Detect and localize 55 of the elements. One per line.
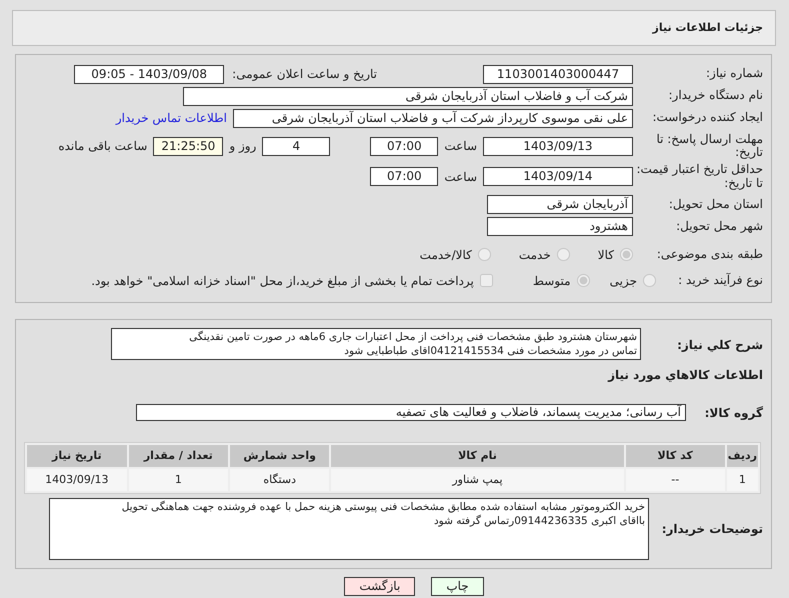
radio-label: جزیی bbox=[610, 272, 637, 290]
time-field[interactable]: 07:00 bbox=[370, 136, 438, 156]
table-cell: -- bbox=[626, 468, 725, 491]
date-field[interactable]: 1403/09/13 bbox=[483, 136, 633, 156]
radio-label: متوسط bbox=[532, 272, 571, 290]
page-title: جزئیات اطلاعات نیاز bbox=[652, 20, 763, 36]
date-field[interactable]: 1403/09/14 bbox=[483, 167, 633, 186]
field-label: شماره نیاز: bbox=[705, 67, 764, 81]
city-field[interactable]: هشترود bbox=[487, 217, 633, 236]
field-label: طبقه بندی موضوعی: bbox=[656, 248, 764, 262]
time-field[interactable]: 07:00 bbox=[370, 167, 438, 186]
buyer-field[interactable]: شرکت آب و فاضلاب استان آذربایجان شرقی bbox=[183, 86, 633, 106]
announce-date-field[interactable]: 1403/09/08 - 09:05 bbox=[74, 64, 224, 84]
column-header: تاریخ نیاز bbox=[27, 444, 127, 467]
table-cell: 1403/09/13 bbox=[27, 468, 127, 491]
need-number-field[interactable]: 1103001403000447 bbox=[483, 64, 633, 84]
column-header: واحد شمارش bbox=[230, 444, 330, 467]
field-label: گروه کالا: bbox=[704, 404, 764, 422]
radio-label: کالا bbox=[598, 246, 614, 264]
goods-group-field[interactable]: آب رسانی؛ مدیریت پسماند، فاضلاب و فعالیت های تصفیه bbox=[136, 404, 686, 422]
column-header: ردیف bbox=[726, 444, 758, 467]
buyer-notes-field[interactable]: خرید الکتروموتور مشابه استفاده شده مطابق مشخصات فنی پیوستی هزینه حمل با عهده فروشنده جهت هماهنگی تحویل بااقای اکبری 09144236335رتماس گرفته شود bbox=[49, 498, 649, 560]
checkbox-label: پرداخت تمام یا بخشی از مبلغ خرید،از محل "اسناد خزانه اسلامی" خواهد بود. bbox=[91, 272, 474, 290]
description-field[interactable]: شهرستان هشترود طبق مشخصات فنی پرداخت از محل اعتبارات جاری 6ماهه در صورت تامین نقدینگی تماس در مورد مشخصات فنی 04121415534اقای طباطبایی شود bbox=[111, 328, 641, 360]
remaining-label: ساعت باقی مانده bbox=[58, 138, 148, 156]
days-label: روز و bbox=[229, 138, 256, 156]
table-cell: دستگاه bbox=[230, 468, 330, 491]
field-label: شهر محل تحویل: bbox=[675, 220, 764, 234]
print-button[interactable]: چاپ bbox=[431, 576, 484, 596]
province-field[interactable]: آذربایجان شرقی bbox=[487, 195, 633, 214]
days-field[interactable]: 4 bbox=[262, 136, 330, 156]
radio-label: خدمت bbox=[518, 246, 551, 264]
field-label: مهلت ارسال پاسخ: تا تاریخ: bbox=[655, 133, 764, 160]
table-cell: 1 bbox=[128, 468, 228, 491]
field-label: توضیحات خریدار: bbox=[660, 520, 764, 538]
time-label: ساعت bbox=[444, 138, 477, 156]
field-label: تاریخ و ساعت اعلان عمومی: bbox=[232, 66, 377, 83]
creator-field[interactable]: علی نقی موسوی کارپرداز شرکت آب و فاضلاب استان آذربایجان شرقی bbox=[233, 108, 633, 128]
field-label: ایجاد کننده درخواست: bbox=[651, 111, 764, 125]
time-label: ساعت bbox=[444, 168, 477, 186]
column-header: کد کالا bbox=[626, 444, 725, 467]
field-label: استان محل تحویل: bbox=[668, 198, 764, 212]
column-header: نام کالا bbox=[331, 444, 624, 467]
radio-label: کالا/خدمت bbox=[420, 246, 472, 264]
field-label: نوع فرآیند خرید : bbox=[677, 274, 764, 288]
column-header: تعداد / مقدار bbox=[128, 444, 228, 467]
contact-link[interactable]: اطلاعات تماس خریدار bbox=[116, 109, 227, 127]
field-label: نام دستگاه خریدار: bbox=[668, 89, 764, 103]
section-heading: اطلاعات کالاهاي مورد نياز bbox=[608, 366, 763, 384]
table-cell: 1 bbox=[726, 468, 758, 491]
field-label: حداقل تاریخ اعتبار قیمت: تا تاریخ: bbox=[635, 163, 764, 190]
remaining-time-field[interactable]: 21:25:50 bbox=[153, 136, 224, 156]
table-cell: پمپ شناور bbox=[331, 468, 624, 491]
field-label: شرح کلي نياز: bbox=[676, 336, 764, 354]
back-button[interactable]: بازگشت bbox=[344, 576, 416, 596]
